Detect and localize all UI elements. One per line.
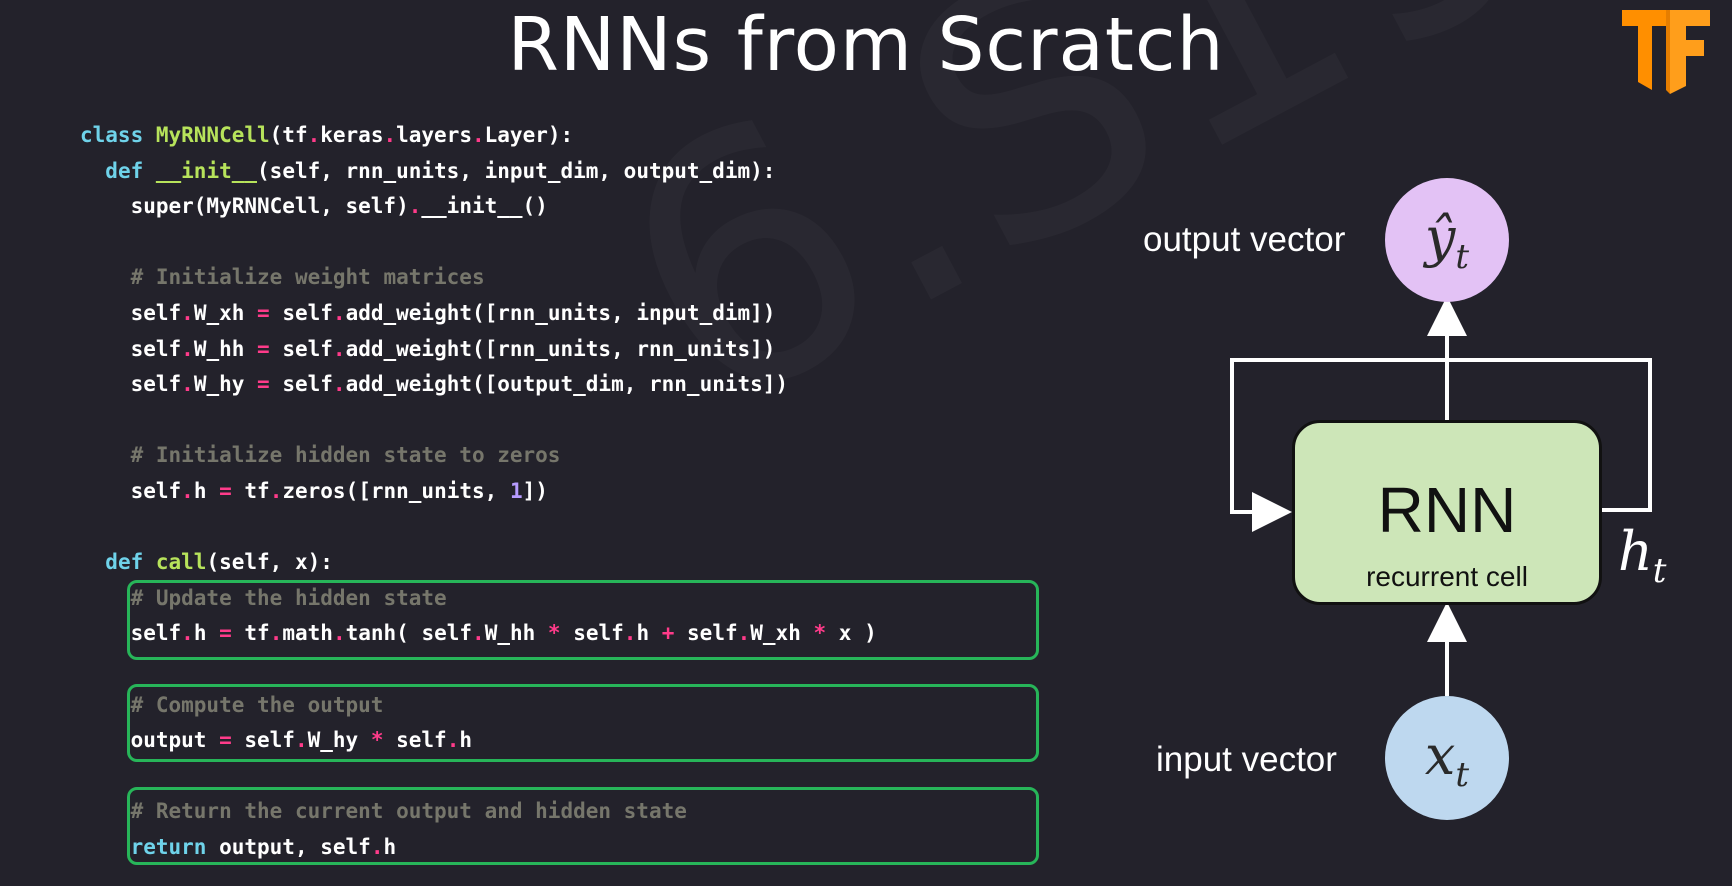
hidden-symbol: h (1618, 520, 1653, 583)
input vector-label: input vector (1156, 740, 1337, 779)
rnn-cell-title: RNN (1377, 474, 1517, 546)
hidden-subscript: t (1652, 550, 1667, 591)
output-node: ŷt (1385, 178, 1509, 302)
input-subscript: t (1455, 754, 1470, 795)
rnn-cell-subtitle: recurrent cell (1366, 561, 1528, 592)
output-subscript: t (1455, 236, 1470, 277)
hidden-state-label: ht (1618, 520, 1666, 591)
input-symbol: x (1424, 724, 1456, 787)
output-symbol: ŷ (1424, 206, 1456, 269)
input-node: xt (1385, 696, 1509, 820)
output-vector-label: output vector (1143, 220, 1346, 259)
rnn-cell: RNN recurrent cell (1292, 420, 1602, 605)
